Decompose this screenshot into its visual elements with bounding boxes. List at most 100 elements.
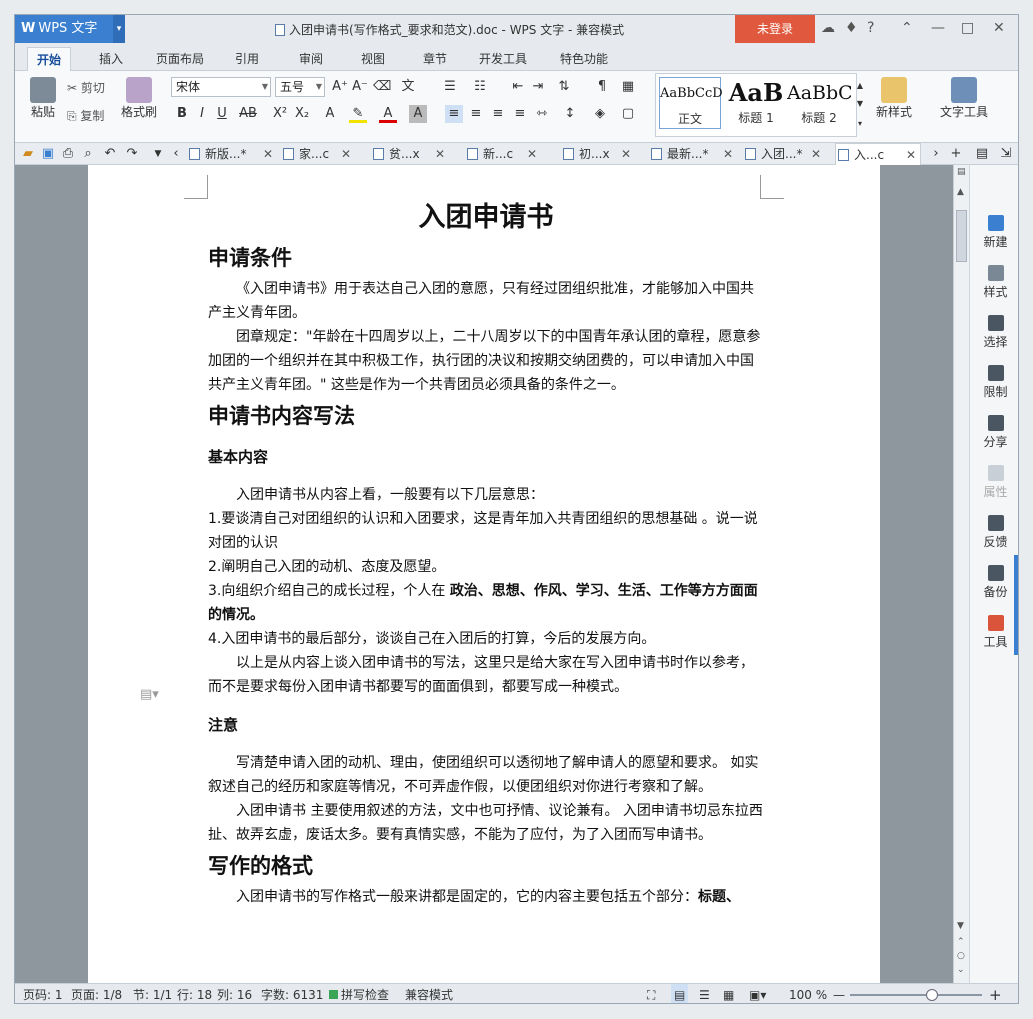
- underline-icon[interactable]: U: [213, 105, 231, 123]
- paste-button[interactable]: 粘贴: [23, 77, 63, 120]
- cut-button[interactable]: ✂ 剪切: [67, 79, 105, 96]
- clear-format-icon[interactable]: ⌫: [373, 78, 391, 96]
- style-heading-1[interactable]: AaB 标题 1: [725, 77, 787, 129]
- view-web-icon[interactable]: ▦: [723, 984, 734, 1003]
- close-icon[interactable]: ✕: [527, 143, 537, 165]
- close-icon[interactable]: ✕: [341, 143, 351, 165]
- align-center-icon[interactable]: ≡: [467, 105, 485, 123]
- doc-tab[interactable]: 贫...x ✕: [371, 143, 445, 165]
- save-icon[interactable]: ▣: [39, 145, 57, 163]
- char-shading-icon[interactable]: A: [409, 105, 427, 123]
- vertical-scrollbar[interactable]: ▤ ▲ ▼ ⌃ ○ ⌄: [953, 165, 969, 983]
- font-size-select[interactable]: 五号 ▼: [275, 77, 325, 97]
- tab-features[interactable]: 特色功能: [551, 47, 617, 71]
- subscript-icon[interactable]: X₂: [293, 105, 311, 123]
- cloud-icon[interactable]: ☁: [821, 20, 835, 36]
- sort-icon[interactable]: ⇅: [555, 78, 573, 96]
- view-fullscreen-icon[interactable]: ⛶: [647, 984, 655, 1003]
- grow-font-icon[interactable]: A⁺: [331, 78, 349, 96]
- text-tools-button[interactable]: 文字工具: [933, 77, 995, 120]
- document-page[interactable]: ▤▾ 入团申请书 申请条件 《入团申请书》用于表达自己入团的意愿，只有经过团组织…: [88, 165, 880, 983]
- copy-button[interactable]: ⎘ 复制: [67, 107, 104, 124]
- align-left-icon[interactable]: ≡: [445, 105, 463, 123]
- superscript-icon[interactable]: X²: [271, 105, 289, 123]
- new-tab-icon[interactable]: +: [947, 145, 965, 163]
- panel-feedback[interactable]: 反馈: [970, 515, 1018, 550]
- print-preview-icon[interactable]: ⌕: [79, 145, 97, 163]
- style-heading-2[interactable]: AaBbC 标题 2: [787, 77, 851, 129]
- status-words[interactable]: 字数: 6131: [261, 984, 323, 1003]
- doc-tab[interactable]: 入团...* ✕: [743, 143, 821, 165]
- bold-icon[interactable]: B: [173, 105, 191, 123]
- decrease-indent-icon[interactable]: ⇤: [509, 78, 527, 96]
- increase-indent-icon[interactable]: ⇥: [529, 78, 547, 96]
- distribute-icon[interactable]: ⇿: [533, 105, 551, 123]
- doc-tab-active[interactable]: 入...c ✕: [835, 143, 921, 165]
- next-page-icon[interactable]: ⌄: [957, 965, 965, 975]
- view-page-icon[interactable]: ▤: [671, 984, 689, 1003]
- undo-icon[interactable]: ↶: [101, 145, 119, 163]
- strikethrough-icon[interactable]: AB: [239, 105, 257, 123]
- numbering-icon[interactable]: ☷: [471, 78, 489, 96]
- text-effect-icon[interactable]: A: [321, 105, 339, 123]
- skin-icon[interactable]: ♦: [845, 20, 858, 36]
- close-icon[interactable]: ✕: [723, 143, 733, 165]
- panel-restrict[interactable]: 限制: [970, 365, 1018, 400]
- close-icon[interactable]: ✕: [811, 143, 821, 165]
- tab-review[interactable]: 审阅: [291, 47, 331, 71]
- style-normal[interactable]: AaBbCcD 正文: [659, 77, 723, 129]
- panel-tools[interactable]: 工具: [970, 615, 1018, 650]
- help-button[interactable]: ?: [867, 20, 874, 36]
- borders-icon[interactable]: ▢: [619, 105, 637, 123]
- scroll-down-icon[interactable]: ▼: [957, 921, 964, 931]
- format-painter-button[interactable]: 格式刷: [119, 77, 159, 120]
- tab-menu-icon[interactable]: ⇲: [997, 145, 1015, 163]
- select-browse-icon[interactable]: ○: [957, 951, 965, 961]
- status-pages[interactable]: 页面: 1/8: [71, 984, 122, 1003]
- view-outline-icon[interactable]: ☰: [699, 984, 710, 1003]
- tab-list-icon[interactable]: ▤: [973, 145, 991, 163]
- scroll-up-icon[interactable]: ▲: [957, 187, 964, 197]
- tabs-left-icon[interactable]: ‹: [167, 145, 185, 163]
- panel-backup[interactable]: 备份: [970, 565, 1018, 600]
- chevron-down-icon[interactable]: ▾: [113, 15, 125, 43]
- redo-icon[interactable]: ↷: [123, 145, 141, 163]
- pinyin-icon[interactable]: 文: [399, 78, 417, 96]
- gallery-more-icon[interactable]: ▾: [851, 115, 869, 133]
- close-icon[interactable]: ✕: [621, 143, 631, 165]
- panel-properties[interactable]: 属性: [970, 465, 1018, 500]
- zoom-level[interactable]: 100 %: [789, 984, 827, 1003]
- tab-chapter[interactable]: 章节: [415, 47, 455, 71]
- close-icon[interactable]: ✕: [263, 143, 273, 165]
- doc-tab[interactable]: 新...c ✕: [465, 143, 537, 165]
- show-marks-icon[interactable]: ¶: [593, 78, 611, 96]
- zoom-slider-knob[interactable]: [925, 989, 938, 1001]
- zoom-in-icon[interactable]: +: [989, 984, 1002, 1003]
- tab-page-layout[interactable]: 页面布局: [149, 47, 211, 71]
- maximize-icon[interactable]: □: [961, 20, 974, 36]
- highlight-icon[interactable]: ✎: [349, 105, 367, 123]
- minimize-icon[interactable]: —: [931, 20, 945, 36]
- zoom-out-icon[interactable]: —: [833, 984, 845, 1003]
- close-icon[interactable]: ✕: [993, 20, 1005, 36]
- view-reading-icon[interactable]: ▣▾: [749, 984, 766, 1003]
- justify-icon[interactable]: ≡: [511, 105, 529, 123]
- print-icon[interactable]: ⎙: [59, 145, 77, 163]
- close-icon[interactable]: ✕: [435, 143, 445, 165]
- wps-menu-button[interactable]: W WPS 文字 ▾: [15, 15, 125, 43]
- quick-access-menu-icon[interactable]: ▼: [149, 145, 167, 163]
- scroll-mode-icon[interactable]: ▤: [957, 167, 966, 177]
- panel-collapse-handle[interactable]: [1014, 555, 1018, 655]
- gallery-down-icon[interactable]: ▼: [851, 95, 869, 113]
- zoom-slider[interactable]: [850, 989, 982, 1001]
- doc-tab[interactable]: 新版...* ✕: [187, 143, 273, 165]
- panel-new[interactable]: 新建: [970, 215, 1018, 250]
- collapse-ribbon-icon[interactable]: ⌃: [901, 20, 913, 36]
- paragraph-menu-icon[interactable]: ▤▾: [140, 687, 159, 702]
- scroll-thumb[interactable]: [956, 210, 967, 262]
- tab-references[interactable]: 引用: [227, 47, 267, 71]
- document-body[interactable]: 入团申请书 申请条件 《入团申请书》用于表达自己入团的意愿，只有经过团组织批准，…: [208, 201, 764, 909]
- doc-tab[interactable]: 初...x ✕: [561, 143, 631, 165]
- shrink-font-icon[interactable]: A⁻: [351, 78, 369, 96]
- panel-styles[interactable]: 样式: [970, 265, 1018, 300]
